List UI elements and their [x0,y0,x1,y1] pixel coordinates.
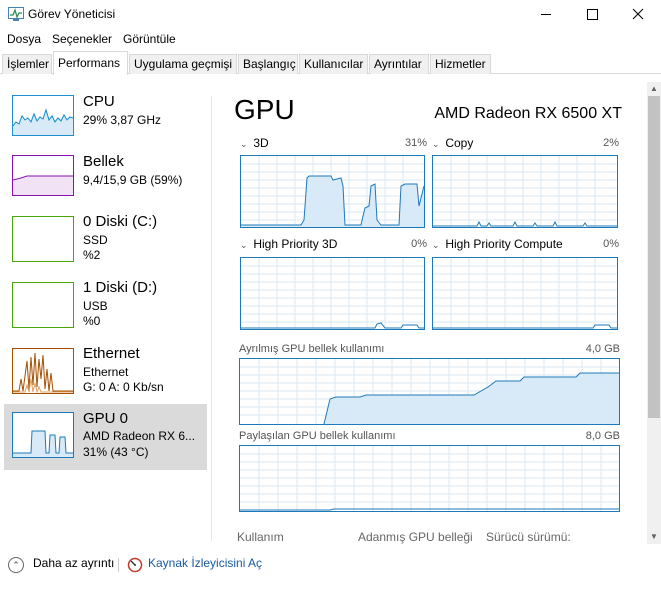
sidebar-item-memory[interactable]: Bellek 9,4/15,9 GB (59%) [4,153,207,220]
stat-utilization-label: Kullanım [237,530,284,544]
tab-app-history[interactable]: Uygulama geçmişi [129,54,237,74]
tab-startup[interactable]: Başlangıç [238,54,298,74]
disk-d-thumbnail-graph [12,282,74,328]
engine-hp3d-label[interactable]: ⌄ High Priority 3D [240,237,337,251]
tab-processes[interactable]: İşlemler [2,54,52,74]
sidebar-disk-c-usage: %2 [83,248,101,262]
close-button[interactable] [615,0,661,29]
engine-hp3d-graph [240,257,425,330]
scroll-thumb[interactable] [648,96,660,418]
sidebar-memory-usage: 9,4/15,9 GB (59%) [83,173,183,187]
engine-copy-graph [432,155,618,228]
title-bar: Görev Yöneticisi [0,0,661,29]
disk-c-thumbnail-graph [12,216,74,262]
sidebar-cpu-usage: 29% 3,87 GHz [83,113,162,127]
menu-view[interactable]: Görüntüle [123,32,176,46]
sidebar-item-disk-c[interactable]: 0 Diski (C:) SSD %2 [4,213,207,280]
gpu-thumbnail-graph [12,412,74,458]
task-manager-icon [8,7,24,21]
menu-file[interactable]: Dosya [7,32,41,46]
shared-memory-label: Paylaşılan GPU bellek kullanımı [239,430,396,442]
sidebar-memory-title: Bellek [83,153,124,170]
gpu-heading: GPU [234,94,295,125]
engine-3d-percent: 31% [404,137,427,149]
engine-copy-label[interactable]: ⌄ Copy [432,136,473,150]
sidebar-gpu-title: GPU 0 [83,410,129,427]
maximize-icon [587,9,598,20]
engine-3d-label[interactable]: ⌄ 3D [240,136,269,150]
sidebar-gpu-usage: 31% (43 °C) [83,445,149,459]
sidebar-disk-d-type: USB [83,299,108,313]
engine-hpcompute-graph [432,257,618,330]
resource-monitor-icon[interactable] [127,557,143,573]
ethernet-thumbnail-graph [12,348,74,394]
chevron-down-icon: ⌄ [432,139,440,149]
engine-copy-percent: 2% [603,137,619,149]
sidebar-ethernet-adapter: Ethernet [83,365,129,379]
gpu-model-name: AMD Radeon RX 6500 XT [434,105,622,122]
fewer-details-button[interactable]: Daha az ayrıntı [33,556,114,576]
stat-driver-version-label: Sürücü sürümü: [486,530,571,544]
tab-services[interactable]: Hizmetler [430,54,491,74]
sidebar-disk-c-title: 0 Diski (C:) [83,213,158,230]
vertical-scrollbar[interactable]: ▲ ▼ [647,82,661,544]
chevron-down-icon: ⌄ [240,139,248,149]
tab-bar: İşlemler Performans Uygulama geçmişi Baş… [0,51,661,75]
chevron-down-icon: ⌄ [240,240,248,250]
tab-details[interactable]: Ayrıntılar [369,54,429,74]
sidebar-item-disk-d[interactable]: 1 Diski (D:) USB %0 [4,279,207,346]
menu-bar: Dosya Seçenekler Görüntüle [0,29,661,49]
sidebar-cpu-title: CPU [83,93,115,110]
sidebar-item-cpu[interactable]: CPU 29% 3,87 GHz [4,93,207,160]
tab-users[interactable]: Kullanıcılar [299,54,368,74]
engine-hpcompute-label[interactable]: ⌄ High Priority Compute [432,237,563,251]
shared-memory-graph [239,445,620,512]
gpu-detail-panel: GPU AMD Radeon RX 6500 XT ⌄ 3D 31% ⌄ Cop… [212,94,647,544]
engine-copy-name: Copy [445,136,474,150]
scroll-up-icon[interactable]: ▲ [647,82,661,96]
footer-separator [118,558,119,572]
engine-hp3d-name: High Priority 3D [253,237,338,251]
sidebar-item-ethernet[interactable]: Ethernet Ethernet G: 0 A: 0 Kb/sn [4,345,207,412]
engine-3d-graph [240,155,425,228]
chevron-up-circle-icon[interactable]: ⌃ [8,557,24,573]
menu-options[interactable]: Seçenekler [52,32,112,46]
dedicated-memory-label: Ayrılmış GPU bellek kullanımı [239,343,385,355]
open-resource-monitor-link[interactable]: Kaynak İzleyicisini Aç [148,556,262,576]
close-icon [632,8,644,20]
sidebar-gpu-model: AMD Radeon RX 6... [83,429,196,443]
tab-performance[interactable]: Performans [53,51,128,75]
minimize-icon [541,14,551,15]
chevron-down-icon: ⌄ [432,240,440,250]
sidebar-ethernet-title: Ethernet [83,345,140,362]
maximize-button[interactable] [569,0,615,29]
window-title: Görev Yöneticisi [28,7,116,21]
dedicated-memory-graph [239,358,620,425]
sidebar-item-gpu-0[interactable]: GPU 0 AMD Radeon RX 6... 31% (43 °C) [4,404,207,470]
minimize-button[interactable] [523,0,569,29]
stat-dedicated-memory-label: Adanmış GPU belleği [358,530,473,544]
scroll-down-icon[interactable]: ▼ [647,530,661,544]
engine-hpcompute-name: High Priority Compute [445,237,563,251]
engine-hp3d-percent: 0% [411,238,427,250]
footer-bar: ⌃ Daha az ayrıntı Kaynak İzleyicisini Aç [0,545,661,590]
sidebar-disk-d-usage: %0 [83,314,101,328]
memory-thumbnail-graph [12,155,74,196]
engine-hpcompute-percent: 0% [603,238,619,250]
sidebar-disk-d-title: 1 Diski (D:) [83,279,158,296]
sidebar-ethernet-throughput: G: 0 A: 0 Kb/sn [83,380,164,394]
dedicated-memory-max: 4,0 GB [585,343,620,355]
cpu-thumbnail-graph [12,95,74,136]
shared-memory-max: 8,0 GB [585,430,620,442]
sidebar-disk-c-type: SSD [83,233,108,247]
engine-3d-name: 3D [253,136,269,150]
